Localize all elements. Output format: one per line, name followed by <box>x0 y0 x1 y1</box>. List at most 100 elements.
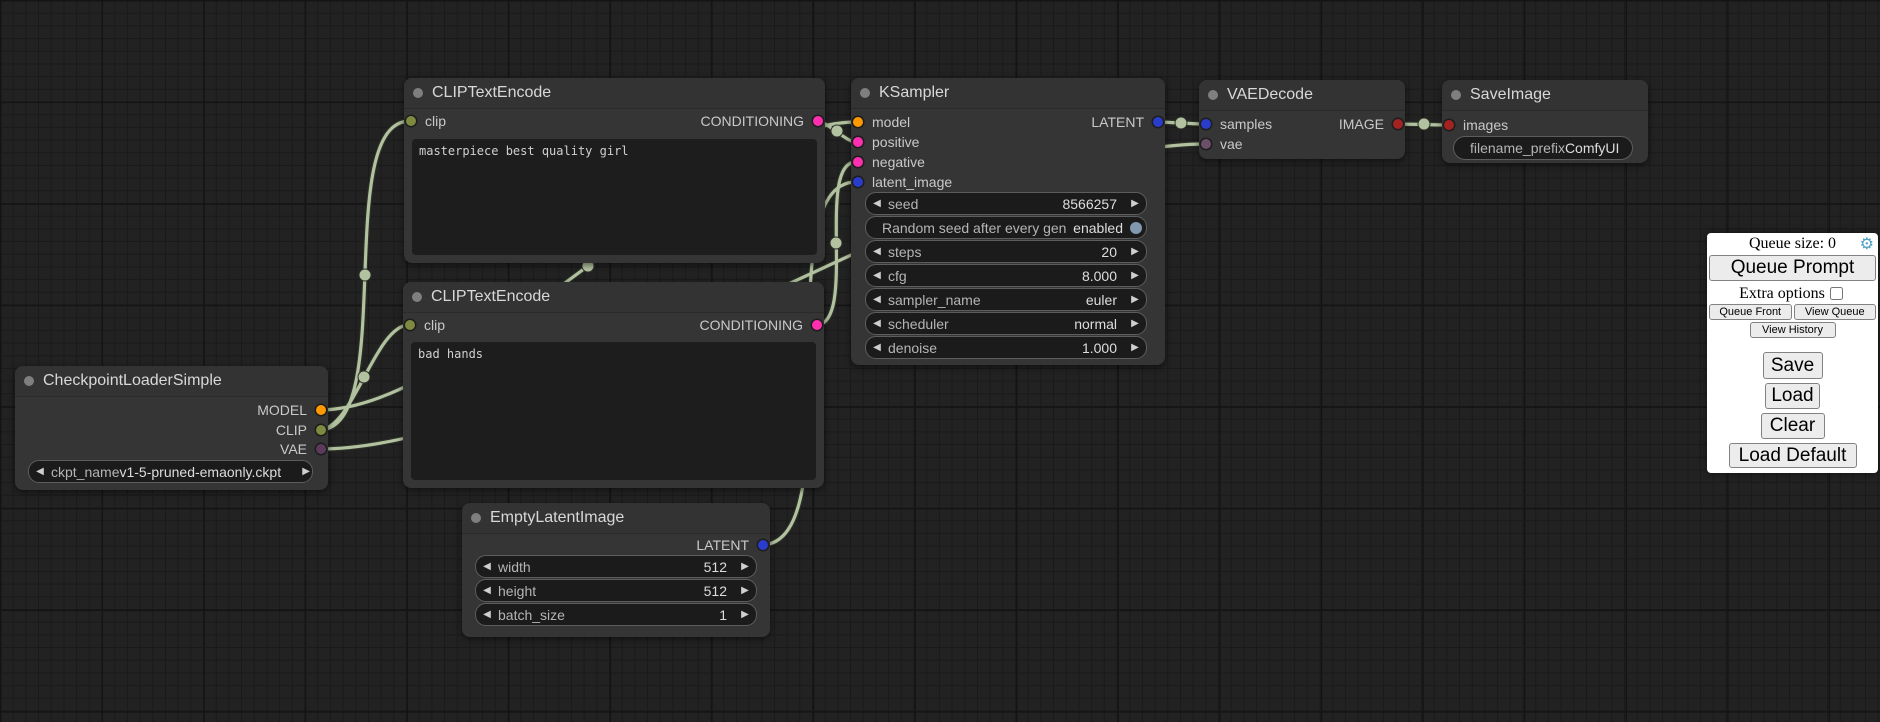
load-default-button[interactable]: Load Default <box>1729 443 1857 468</box>
node-empty-latent-image[interactable]: EmptyLatentImage LATENT ◀ width 512 ▶ ◀ … <box>462 503 770 637</box>
input-slot-images[interactable]: images <box>1444 115 1508 135</box>
node-title-bar[interactable]: KSampler <box>851 78 1165 109</box>
node-title-bar[interactable]: SaveImage <box>1442 80 1648 111</box>
slot-dot-conditioning[interactable] <box>853 137 863 147</box>
slot-dot-latent[interactable] <box>1201 119 1211 129</box>
increment-arrow-icon[interactable]: ▶ <box>1124 318 1146 329</box>
node-status-dot-icon[interactable] <box>412 292 422 302</box>
increment-arrow-icon[interactable]: ▶ <box>1124 270 1146 281</box>
extra-options-checkbox[interactable] <box>1830 287 1843 300</box>
slot-dot-conditioning[interactable] <box>853 157 863 167</box>
slot-dot-latent[interactable] <box>1153 117 1163 127</box>
slot-dot-image[interactable] <box>1393 119 1403 129</box>
node-status-dot-icon[interactable] <box>471 513 481 523</box>
widget-scheduler[interactable]: ◀ scheduler normal ▶ <box>865 312 1147 335</box>
decrement-arrow-icon[interactable]: ◀ <box>476 561 498 572</box>
node-status-dot-icon[interactable] <box>1451 90 1461 100</box>
queue-prompt-button[interactable]: Queue Prompt <box>1709 255 1876 281</box>
increment-arrow-icon[interactable]: ▶ <box>734 561 756 572</box>
output-slot-vae[interactable]: VAE <box>280 439 326 459</box>
decrement-arrow-icon[interactable]: ◀ <box>866 294 888 305</box>
node-title-bar[interactable]: CLIPTextEncode <box>404 78 825 109</box>
slot-dot-clip[interactable] <box>316 425 326 435</box>
clear-button[interactable]: Clear <box>1761 413 1825 439</box>
slot-dot-image[interactable] <box>1444 120 1454 130</box>
node-title-bar[interactable]: CLIPTextEncode <box>403 282 824 313</box>
increment-arrow-icon[interactable]: ▶ <box>1124 198 1146 209</box>
widget-height[interactable]: ◀ height 512 ▶ <box>475 579 757 602</box>
slot-dot-conditioning[interactable] <box>812 320 822 330</box>
input-slot-latent-image[interactable]: latent_image <box>853 172 952 192</box>
decrement-arrow-icon[interactable]: ◀ <box>866 246 888 257</box>
slot-dot-latent[interactable] <box>758 540 768 550</box>
toggle-knob-icon[interactable] <box>1130 222 1142 234</box>
slot-dot-conditioning[interactable] <box>813 116 823 126</box>
widget-denoise[interactable]: ◀ denoise 1.000 ▶ <box>865 336 1147 359</box>
increment-arrow-icon[interactable]: ▶ <box>1124 246 1146 257</box>
node-save-image[interactable]: SaveImage images filename_prefix ComfyUI <box>1442 80 1648 163</box>
load-button[interactable]: Load <box>1765 383 1820 409</box>
widget-steps[interactable]: ◀ steps 20 ▶ <box>865 240 1147 263</box>
node-vae-decode[interactable]: VAEDecode samples vae IMAGE <box>1199 80 1405 159</box>
widget-cfg[interactable]: ◀ cfg 8.000 ▶ <box>865 264 1147 287</box>
decrement-arrow-icon[interactable]: ◀ <box>866 270 888 281</box>
node-status-dot-icon[interactable] <box>413 88 423 98</box>
increment-arrow-icon[interactable]: ▶ <box>1124 294 1146 305</box>
slot-dot-vae[interactable] <box>1201 139 1211 149</box>
input-slot-negative[interactable]: negative <box>853 152 925 172</box>
node-title-bar[interactable]: CheckpointLoaderSimple <box>15 366 328 397</box>
input-slot-samples[interactable]: samples <box>1201 114 1272 134</box>
node-title-bar[interactable]: EmptyLatentImage <box>462 503 770 534</box>
input-slot-positive[interactable]: positive <box>853 132 919 152</box>
increment-arrow-icon[interactable]: ▶ <box>295 466 313 477</box>
link-midpoint-dot[interactable] <box>830 237 842 249</box>
node-clip-text-encode-negative[interactable]: CLIPTextEncode clip CONDITIONING bad han… <box>403 282 824 488</box>
widget-seed[interactable]: ◀ seed 8566257 ▶ <box>865 192 1147 215</box>
output-slot-conditioning[interactable]: CONDITIONING <box>700 315 822 335</box>
node-ksampler[interactable]: KSampler model positive negative latent_… <box>851 78 1165 365</box>
slot-dot-model[interactable] <box>316 405 326 415</box>
node-checkpoint-loader[interactable]: CheckpointLoaderSimple MODEL CLIP VAE ◀ … <box>15 366 328 490</box>
graph-canvas[interactable]: { "icons": { "gear": "⚙", "left_arrow": … <box>0 0 1880 722</box>
input-slot-clip[interactable]: clip <box>405 315 445 335</box>
node-status-dot-icon[interactable] <box>24 376 34 386</box>
increment-arrow-icon[interactable]: ▶ <box>734 609 756 620</box>
output-slot-clip[interactable]: CLIP <box>276 420 326 440</box>
prompt-text-area[interactable]: bad hands <box>411 342 816 480</box>
slot-dot-clip[interactable] <box>406 116 416 126</box>
slot-dot-model[interactable] <box>853 117 863 127</box>
decrement-arrow-icon[interactable]: ◀ <box>866 342 888 353</box>
save-button[interactable]: Save <box>1763 352 1823 379</box>
widget-ckpt-name[interactable]: ◀ ckpt_name v1-5-pruned-emaonly.ckpt ▶ <box>28 460 313 483</box>
decrement-arrow-icon[interactable]: ◀ <box>29 466 51 477</box>
decrement-arrow-icon[interactable]: ◀ <box>866 318 888 329</box>
increment-arrow-icon[interactable]: ▶ <box>1124 342 1146 353</box>
view-queue-button[interactable]: View Queue <box>1794 304 1877 320</box>
prompt-text-area[interactable]: masterpiece best quality girl <box>412 139 817 255</box>
node-clip-text-encode-positive[interactable]: CLIPTextEncode clip CONDITIONING masterp… <box>404 78 825 263</box>
output-slot-model[interactable]: MODEL <box>257 400 326 420</box>
node-status-dot-icon[interactable] <box>1208 90 1218 100</box>
input-slot-vae[interactable]: vae <box>1201 134 1243 154</box>
link-midpoint-dot[interactable] <box>831 125 843 137</box>
queue-front-button[interactable]: Queue Front <box>1709 304 1792 320</box>
link-midpoint-dot[interactable] <box>358 371 370 383</box>
output-slot-image[interactable]: IMAGE <box>1339 114 1403 134</box>
output-slot-latent[interactable]: LATENT <box>1091 112 1163 132</box>
slot-dot-latent[interactable] <box>853 177 863 187</box>
slot-dot-clip[interactable] <box>405 320 415 330</box>
settings-gear-icon[interactable]: ⚙ <box>1860 234 1874 254</box>
node-title-bar[interactable]: VAEDecode <box>1199 80 1405 111</box>
output-slot-latent[interactable]: LATENT <box>696 535 768 555</box>
output-slot-conditioning[interactable]: CONDITIONING <box>701 111 823 131</box>
link-midpoint-dot[interactable] <box>1418 118 1430 130</box>
slot-dot-vae[interactable] <box>316 444 326 454</box>
decrement-arrow-icon[interactable]: ◀ <box>866 198 888 209</box>
widget-filename-prefix[interactable]: filename_prefix ComfyUI <box>1453 136 1633 160</box>
link-midpoint-dot[interactable] <box>1175 117 1187 129</box>
link-midpoint-dot[interactable] <box>359 269 371 281</box>
widget-width[interactable]: ◀ width 512 ▶ <box>475 555 757 578</box>
increment-arrow-icon[interactable]: ▶ <box>734 585 756 596</box>
node-status-dot-icon[interactable] <box>860 88 870 98</box>
widget-sampler-name[interactable]: ◀ sampler_name euler ▶ <box>865 288 1147 311</box>
